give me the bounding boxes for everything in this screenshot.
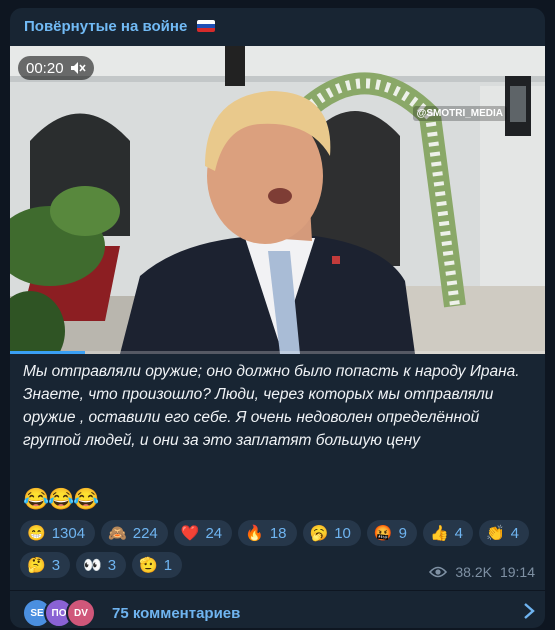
reaction-count: 10 <box>334 524 351 542</box>
eye-icon <box>429 566 448 578</box>
video-time-badge[interactable]: 00:20 <box>18 56 94 80</box>
video-progress-bar[interactable] <box>10 351 545 354</box>
reaction-emoji: ❤️ <box>180 525 200 542</box>
video-time: 00:20 <box>26 59 64 77</box>
reaction-chip[interactable]: 👏 4 <box>478 520 529 546</box>
reaction-chip[interactable]: 🤬 9 <box>366 520 417 546</box>
channel-title[interactable]: Повёрнутые на войне <box>24 18 216 35</box>
reaction-emoji: 🥱 <box>309 525 329 542</box>
reaction-count: 3 <box>107 556 117 574</box>
commenter-avatar: DV <box>66 598 96 628</box>
muted-speaker-icon[interactable] <box>70 61 86 75</box>
reaction-chip[interactable]: 🥱 10 <box>302 520 361 546</box>
post-emoji-line: 😂😂😂 <box>23 488 99 511</box>
reaction-chip[interactable]: 🫡 1 <box>132 552 183 578</box>
reaction-emoji: 👏 <box>485 525 505 542</box>
channel-post-card: Повёрнутые на войне 00:20 @SMOTRI_MEDIA … <box>10 8 545 628</box>
reaction-chip[interactable]: 🤔 3 <box>20 552 71 578</box>
reaction-chip[interactable]: 🙈 224 <box>101 520 168 546</box>
reaction-count: 4 <box>510 524 519 542</box>
reaction-emoji: 🙈 <box>108 525 127 542</box>
video-watermark: @SMOTRI_MEDIA <box>412 106 507 121</box>
reaction-count: 24 <box>205 524 223 542</box>
reaction-chip[interactable]: 😁 1304 <box>20 520 96 546</box>
reaction-chip[interactable]: 👀 3 <box>76 552 127 578</box>
post-caption: Мы отправляли оружие; оно должно было по… <box>23 363 520 449</box>
video-progress-fill <box>10 351 85 354</box>
reaction-chip[interactable]: 👍 4 <box>422 520 473 546</box>
reaction-chip[interactable]: 🔥 18 <box>238 520 297 546</box>
commenter-avatars: SE ПО DV <box>22 598 102 628</box>
reaction-count: 1 <box>163 556 173 574</box>
reaction-emoji: 👀 <box>83 557 102 574</box>
reaction-emoji: 😁 <box>27 525 46 542</box>
reaction-count: 3 <box>51 556 61 574</box>
post-meta: 38.2K 19:14 <box>429 564 535 580</box>
channel-title-text: Повёрнутые на войне <box>24 18 188 35</box>
divider <box>10 590 545 591</box>
comments-label: 75 комментариев <box>112 604 241 622</box>
comments-button[interactable]: SE ПО DV 75 комментариев <box>22 598 537 628</box>
reaction-emoji: 👍 <box>429 525 449 542</box>
reaction-emoji: 🫡 <box>139 557 158 574</box>
video-frame <box>10 46 545 354</box>
reaction-count: 1304 <box>51 524 86 542</box>
russia-flag-icon <box>197 20 216 32</box>
reaction-count: 9 <box>398 524 407 542</box>
reaction-count: 224 <box>132 524 158 542</box>
video-player[interactable]: 00:20 @SMOTRI_MEDIA <box>10 46 545 354</box>
reaction-emoji: 🤬 <box>373 525 393 542</box>
reaction-emoji: 🤔 <box>27 557 46 574</box>
reaction-count: 4 <box>454 524 463 542</box>
reaction-emoji: 🔥 <box>245 525 264 542</box>
views-count: 38.2K <box>455 564 492 580</box>
post-time: 19:14 <box>499 564 535 580</box>
reaction-count: 18 <box>269 524 287 542</box>
reaction-chip[interactable]: ❤️ 24 <box>173 520 233 546</box>
chevron-right-icon[interactable] <box>523 602 535 620</box>
